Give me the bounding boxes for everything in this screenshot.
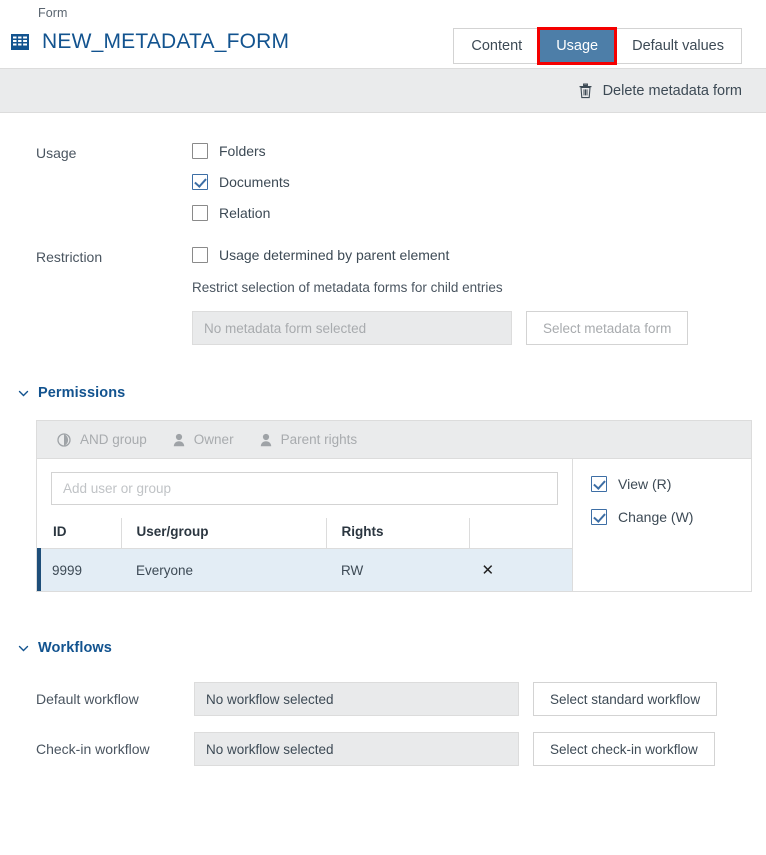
- row-rights: RW: [326, 548, 470, 591]
- action-toolbar: Delete metadata form: [0, 68, 766, 113]
- usage-option-folders[interactable]: Folders: [192, 143, 766, 159]
- restriction-field-row: Restriction Usage determined by parent e…: [0, 221, 766, 345]
- table-form-icon-svg: [11, 34, 29, 50]
- default-workflow-label: Default workflow: [36, 691, 139, 707]
- rights-options-panel: View (R) Change (W): [573, 459, 751, 591]
- page-header: Form NEW_METADATA_FORM Content Usage Def…: [0, 0, 766, 68]
- row-id: 9999: [37, 548, 121, 591]
- chevron-down-icon: [18, 643, 29, 654]
- restriction-note: Restrict selection of metadata forms for…: [192, 280, 503, 295]
- metadata-form-select-row: No metadata form selected Select metadat…: [192, 311, 766, 345]
- tab-content[interactable]: Content: [454, 29, 540, 63]
- permissions-body: ID User/group Rights 9999 Everyone RW: [37, 459, 751, 591]
- row-user: Everyone: [121, 548, 326, 591]
- chevron-down-icon: [18, 388, 29, 399]
- view-r-label: View (R): [618, 476, 672, 492]
- user-icon-svg: [173, 433, 184, 446]
- select-standard-workflow-button[interactable]: Select standard workflow: [533, 682, 718, 716]
- permissions-table-area: ID User/group Rights 9999 Everyone RW: [37, 459, 573, 591]
- permissions-panel: AND group Owner Parent rights Add user o…: [36, 420, 752, 592]
- and-group-icon: [57, 432, 71, 447]
- parent-rights-button[interactable]: Parent rights: [260, 432, 358, 447]
- delete-metadata-form-label: Delete metadata form: [602, 82, 742, 99]
- rights-option-view[interactable]: View (R): [591, 476, 751, 492]
- and-group-label: AND group: [80, 432, 147, 447]
- page-title: NEW_METADATA_FORM: [42, 30, 290, 53]
- table-form-icon: [10, 32, 30, 52]
- usage-by-parent-label: Usage determined by parent element: [219, 247, 450, 263]
- column-header-user[interactable]: User/group: [121, 518, 327, 549]
- table-row[interactable]: 9999 Everyone RW ✕: [37, 548, 572, 591]
- table-header-row: ID User/group Rights: [39, 518, 572, 549]
- checkin-workflow-value: No workflow selected: [206, 741, 334, 757]
- chevron-down-icon-svg: [18, 390, 29, 396]
- permissions-table-head: ID User/group Rights: [39, 518, 572, 549]
- relation-label: Relation: [219, 205, 271, 221]
- column-header-id[interactable]: ID: [39, 518, 122, 549]
- trash-icon: [578, 82, 593, 99]
- restriction-option-parent[interactable]: Usage determined by parent element: [192, 247, 766, 263]
- default-workflow-value: No workflow selected: [206, 691, 334, 707]
- usage-option-documents[interactable]: Documents: [192, 174, 766, 190]
- column-header-rights[interactable]: Rights: [326, 518, 470, 549]
- tab-bar: Content Usage Default values: [453, 27, 742, 65]
- permissions-section-title: Permissions: [38, 385, 126, 401]
- add-user-search-wrap: [37, 459, 572, 505]
- tab-default-values[interactable]: Default values: [615, 29, 741, 63]
- default-workflow-field[interactable]: No workflow selected: [194, 682, 519, 716]
- change-w-checkbox[interactable]: [591, 509, 607, 525]
- owner-button[interactable]: Owner: [173, 432, 234, 447]
- folders-checkbox[interactable]: [192, 143, 208, 159]
- permissions-table: ID User/group Rights 9999 Everyone RW ✕: [37, 518, 572, 591]
- main-content: Usage Folders Documents Relation Restric…: [0, 113, 766, 766]
- permissions-table-body: 9999 Everyone RW ✕: [37, 548, 572, 591]
- select-metadata-form-button[interactable]: Select metadata form: [526, 311, 689, 345]
- add-user-or-group-input[interactable]: [51, 472, 558, 505]
- usage-field-row: Usage Folders Documents Relation: [0, 113, 766, 221]
- relation-checkbox[interactable]: [192, 205, 208, 221]
- checkin-workflow-row: Check-in workflow No workflow selected S…: [0, 732, 766, 766]
- user-icon: [173, 433, 185, 447]
- restriction-label: Restriction: [36, 249, 103, 265]
- checkin-workflow-field[interactable]: No workflow selected: [194, 732, 519, 766]
- user-icon: [260, 433, 272, 447]
- restriction-body: Usage determined by parent element Restr…: [192, 247, 766, 345]
- metadata-form-field-value: No metadata form selected: [204, 320, 367, 336]
- chevron-down-icon-svg: [18, 645, 29, 651]
- rights-option-change[interactable]: Change (W): [591, 509, 751, 525]
- permissions-toolbar: AND group Owner Parent rights: [37, 421, 751, 459]
- checkin-workflow-label: Check-in workflow: [36, 741, 150, 757]
- permissions-section-header[interactable]: Permissions: [0, 385, 766, 401]
- usage-option-relation[interactable]: Relation: [192, 205, 766, 221]
- title-row: NEW_METADATA_FORM: [10, 30, 289, 54]
- documents-checkbox[interactable]: [192, 174, 208, 190]
- documents-label: Documents: [219, 174, 290, 190]
- trash-icon-svg: [579, 83, 592, 99]
- select-checkin-workflow-button[interactable]: Select check-in workflow: [533, 732, 715, 766]
- folders-label: Folders: [219, 143, 266, 159]
- user-icon-svg: [260, 433, 271, 446]
- view-r-checkbox[interactable]: [591, 476, 607, 492]
- metadata-form-field[interactable]: No metadata form selected: [192, 311, 512, 345]
- usage-options: Folders Documents Relation: [192, 143, 766, 221]
- parent-rights-label: Parent rights: [280, 432, 358, 447]
- and-group-icon-svg: [57, 432, 71, 447]
- change-w-label: Change (W): [618, 509, 694, 525]
- remove-permission-icon[interactable]: ✕: [470, 561, 495, 579]
- default-workflow-row: Default workflow No workflow selected Se…: [0, 682, 766, 716]
- usage-label: Usage: [36, 145, 77, 161]
- row-actions: ✕: [469, 548, 572, 591]
- delete-metadata-form-button[interactable]: Delete metadata form: [578, 82, 742, 99]
- tab-usage[interactable]: Usage: [537, 27, 618, 65]
- and-group-button[interactable]: AND group: [57, 432, 147, 447]
- column-header-actions: [469, 518, 572, 549]
- breadcrumb: Form: [38, 6, 68, 20]
- workflows-section-header[interactable]: Workflows: [0, 640, 766, 656]
- owner-label: Owner: [193, 432, 234, 447]
- workflows-section-title: Workflows: [38, 640, 112, 656]
- usage-by-parent-checkbox[interactable]: [192, 247, 208, 263]
